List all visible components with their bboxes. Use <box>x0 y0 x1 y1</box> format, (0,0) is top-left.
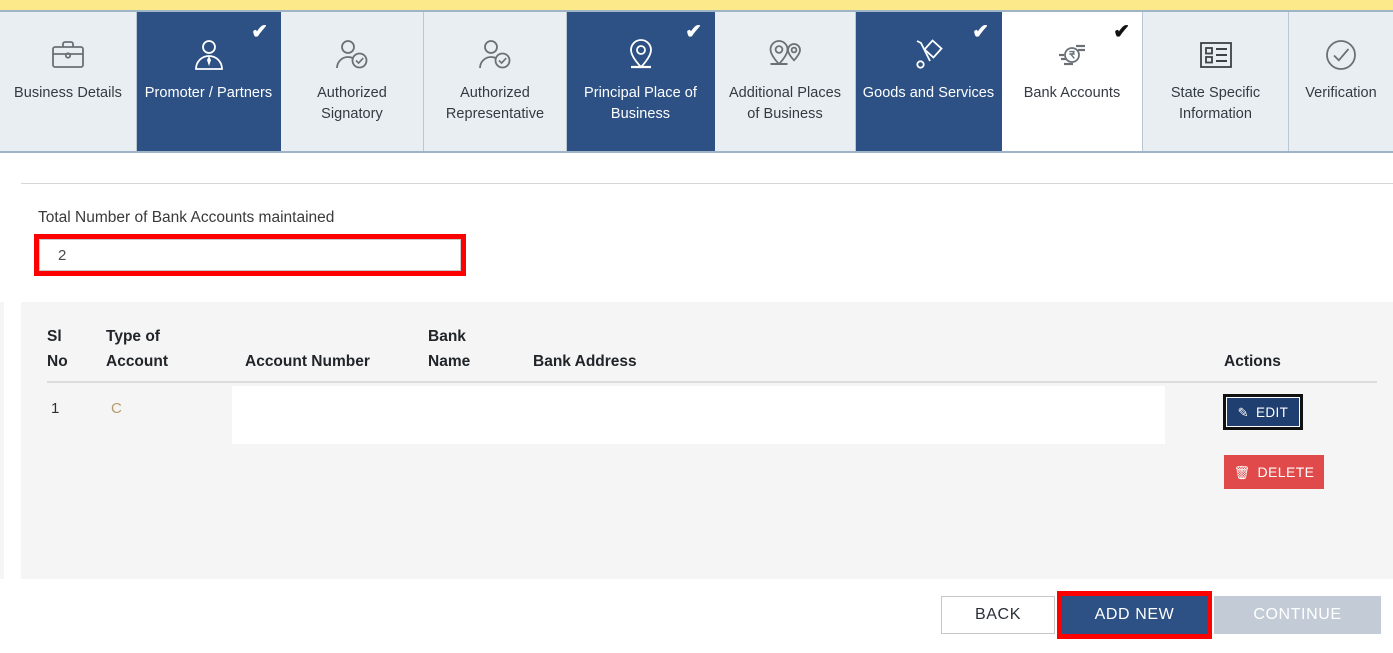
table-header-row: Sl No Type of Account Account Number Ban… <box>21 302 1393 383</box>
briefcase-icon <box>45 34 91 76</box>
top-accent-bar <box>0 0 1393 10</box>
column-header-account-number: Account Number <box>245 353 370 370</box>
masked-account-details-cell <box>232 386 1165 444</box>
tab-label: Authorized Signatory <box>317 85 387 122</box>
back-button[interactable]: BACK <box>941 596 1055 634</box>
tab-goods-and-services[interactable]: ✔ Goods and Services <box>856 12 1002 151</box>
tab-authorized-representative[interactable]: Authorized Representative <box>424 12 567 151</box>
total-accounts-label: Total Number of Bank Accounts maintained <box>38 209 335 226</box>
pencil-icon: ✎ <box>1237 404 1249 420</box>
continue-button: CONTINUE <box>1214 596 1381 634</box>
hand-truck-icon <box>906 34 952 76</box>
content-divider <box>21 183 1393 184</box>
edit-button[interactable]: ✎ EDIT <box>1226 397 1300 427</box>
bank-accounts-table: Sl No Type of Account Account Number Ban… <box>21 302 1393 579</box>
panel-left-gutter <box>0 302 4 579</box>
wizard-tab-strip: Business Details ✔ Promoter / Partners A… <box>0 12 1393 153</box>
tab-label: Verification <box>1305 85 1377 101</box>
delete-button-label: DELETE <box>1257 464 1315 480</box>
tab-label: Principal Place of Business <box>584 85 697 122</box>
tab-label: Goods and Services <box>862 85 995 101</box>
delete-button[interactable]: 🗑 DELETE <box>1224 455 1324 489</box>
edit-button-focus-ring: ✎ EDIT <box>1223 394 1303 430</box>
person-check-icon <box>472 34 518 76</box>
rupee-coin-icon <box>1049 34 1095 76</box>
add-new-button[interactable]: ADD NEW <box>1062 596 1207 634</box>
map-pin-icon <box>618 34 664 76</box>
trash-icon: 🗑 <box>1233 464 1251 480</box>
column-header-type-line1: Type of <box>106 328 160 345</box>
tab-state-specific-information[interactable]: State Specific Information <box>1143 12 1289 151</box>
cell-sl-no: 1 <box>51 400 60 417</box>
column-header-bank-line1: Bank <box>428 328 466 345</box>
id-card-icon <box>1193 34 1239 76</box>
column-header-bank-name: Bank Name <box>428 324 488 374</box>
tab-bank-accounts[interactable]: ✔ Bank Accounts <box>1002 12 1143 151</box>
cell-type-of-account: C <box>111 400 122 417</box>
person-tie-icon <box>186 34 232 76</box>
check-circle-icon <box>1318 34 1364 76</box>
column-header-type-of-account: Type of Account <box>106 324 202 374</box>
tab-authorized-signatory[interactable]: Authorized Signatory <box>281 12 424 151</box>
tab-additional-places-of-business[interactable]: Additional Places of Business <box>715 12 856 151</box>
tab-completed-check-icon: ✔ <box>972 21 989 43</box>
person-check-icon <box>329 34 375 76</box>
tab-label: Authorized Representative <box>445 85 545 122</box>
tab-business-details[interactable]: Business Details <box>0 12 137 151</box>
tab-verification[interactable]: Verification <box>1289 12 1393 151</box>
tab-label: Business Details <box>14 85 122 101</box>
column-header-bank-line2: Name <box>428 353 471 370</box>
tab-label: Additional Places of Business <box>728 85 842 122</box>
table-row: 1 C ✎ EDIT 🗑 DELETE <box>21 382 1393 579</box>
edit-button-label: EDIT <box>1255 404 1289 420</box>
column-header-type-line2: Account <box>106 353 168 370</box>
column-header-sl-no-line2: No <box>47 353 68 370</box>
tab-completed-check-icon: ✔ <box>251 21 268 43</box>
tab-promoter-partners[interactable]: ✔ Promoter / Partners <box>137 12 281 151</box>
registration-wizard-page: Business Details ✔ Promoter / Partners A… <box>0 0 1393 653</box>
tab-label: Promoter / Partners <box>144 85 273 101</box>
tab-label: State Specific Information <box>1170 85 1261 122</box>
tab-principal-place-of-business[interactable]: ✔ Principal Place of Business <box>567 12 715 151</box>
column-header-actions: Actions <box>1224 353 1281 370</box>
tab-label: Bank Accounts <box>1023 85 1121 101</box>
tab-completed-check-icon: ✔ <box>685 21 702 43</box>
column-header-sl-no: Sl No <box>47 324 87 374</box>
column-header-bank-address: Bank Address <box>533 353 637 370</box>
total-accounts-input[interactable] <box>39 239 461 271</box>
map-pins-icon <box>762 34 808 76</box>
tab-completed-check-icon: ✔ <box>1113 21 1130 43</box>
column-header-sl-no-line1: Sl <box>47 328 62 345</box>
